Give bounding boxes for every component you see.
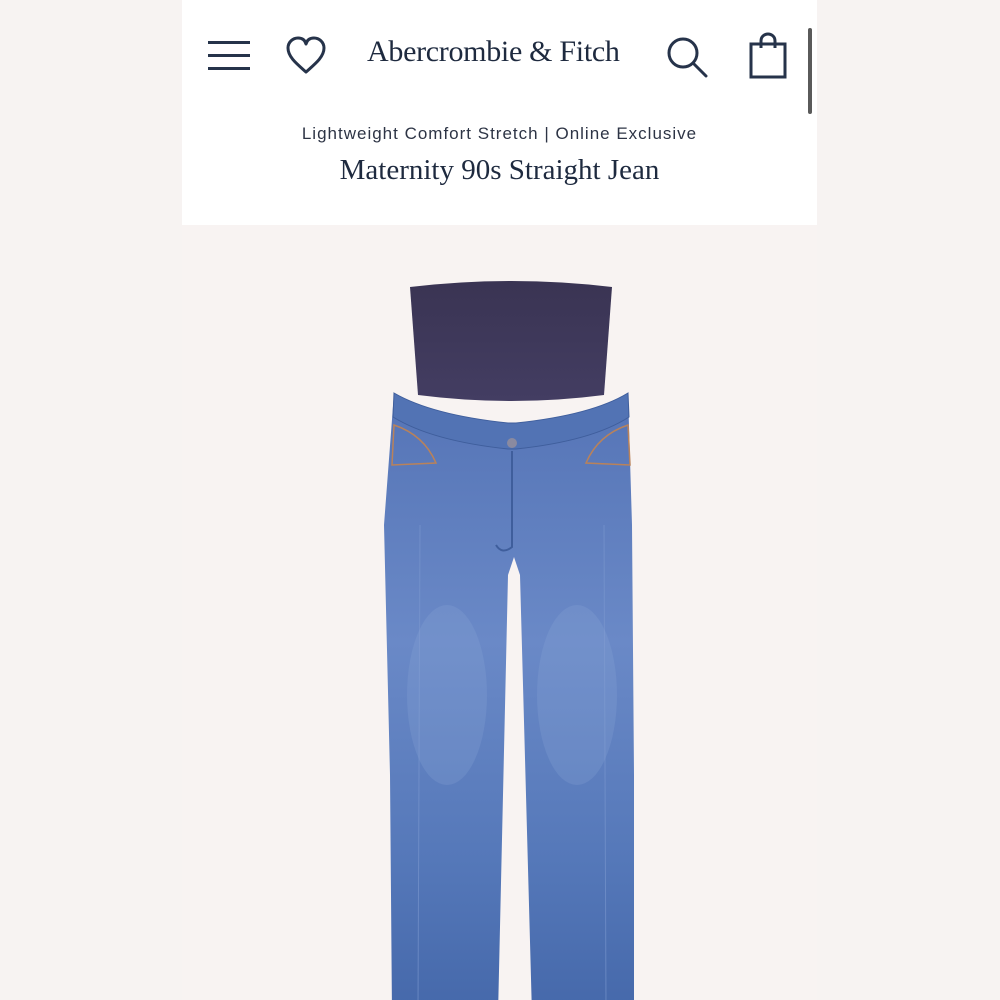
menu-icon[interactable] — [208, 38, 250, 72]
bag-icon[interactable] — [748, 32, 788, 80]
product-image-area[interactable] — [182, 225, 817, 1000]
product-subtitle: Lightweight Comfort Stretch | Online Exc… — [301, 124, 698, 143]
maternity-jeans-image — [384, 281, 634, 1000]
mobile-page: Abercrombie & Fitch Lightweight Comfort … — [182, 0, 817, 1000]
search-icon[interactable] — [666, 36, 708, 78]
scrollbar[interactable] — [808, 28, 812, 114]
header: Abercrombie & Fitch Lightweight Comfort … — [182, 0, 817, 225]
product-title: Maternity 90s Straight Jean — [339, 154, 660, 186]
background-left — [0, 0, 182, 1000]
brand-logo[interactable]: Abercrombie & Fitch — [367, 30, 632, 74]
background-right — [817, 0, 1000, 1000]
heart-icon[interactable] — [285, 36, 327, 76]
